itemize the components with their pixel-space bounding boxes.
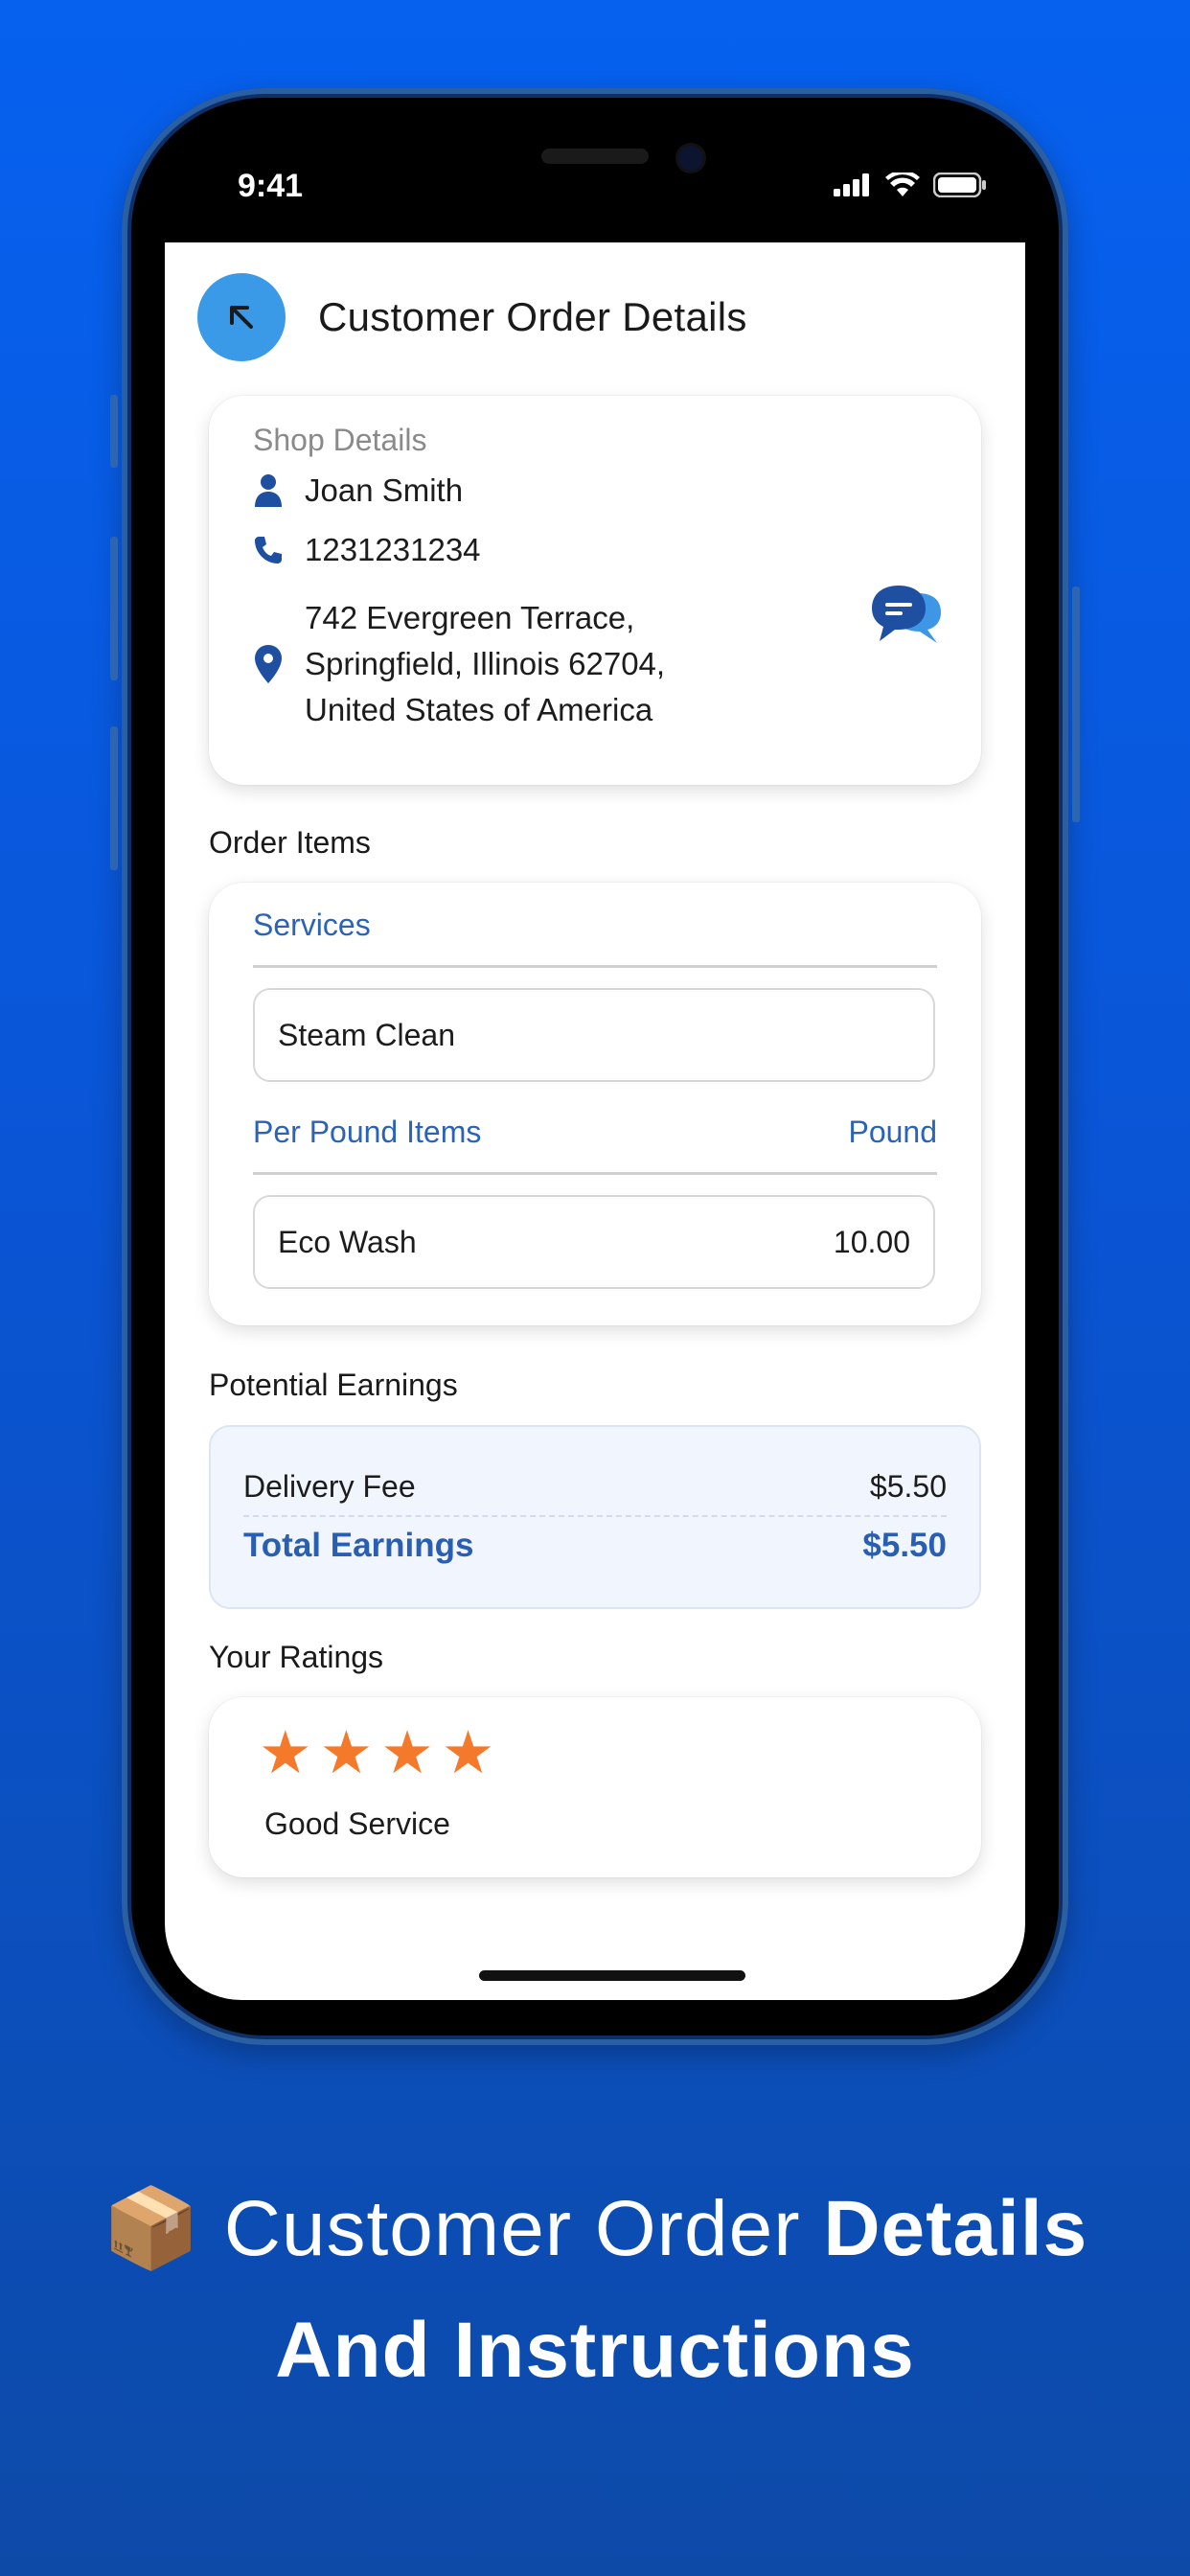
your-ratings-label: Your Ratings [209,1640,384,1674]
star-icon: ★ [441,1720,495,1786]
page-title: Customer Order Details [318,294,747,339]
total-earnings-row: Total Earnings $5.50 [243,1527,947,1565]
per-pound-divider [253,1172,937,1175]
per-pound-header: Per Pound Items [253,1115,482,1149]
wifi-icon [885,172,920,196]
order-items-label: Order Items [209,825,371,860]
address-line-2: Springfield, Illinois 62704, [305,646,666,681]
total-earnings-label: Total Earnings [243,1527,474,1564]
earnings-card: Delivery Fee $5.50 Total Earnings $5.50 [209,1425,981,1609]
promo-line-2: And Instructions [0,2306,1190,2396]
phone-volume-up [110,537,118,680]
star-rating: ★ ★ ★ ★ [259,1724,494,1783]
battery-icon [933,172,986,197]
customer-name-row: Joan Smith [251,472,463,509]
service-item: Steam Clean [253,988,935,1082]
pound-item-qty: 10.00 [833,1224,910,1259]
home-indicator [479,1970,745,1981]
star-icon: ★ [380,1720,434,1786]
back-button[interactable] [197,273,286,361]
address-line-1: 742 Evergreen Terrace, [305,600,635,635]
total-earnings-value: $5.50 [862,1527,947,1564]
chat-button[interactable] [870,584,943,656]
services-header: Services [253,908,371,942]
promo-line-1-light: Customer Order [223,2185,801,2272]
address-row: 742 Evergreen Terrace, Springfield, Illi… [251,595,665,733]
pound-item: Eco Wash 10.00 [253,1195,935,1289]
front-camera [678,146,703,171]
order-items-card: Services Steam Clean Per Pound Items Pou… [209,883,981,1325]
services-divider [253,965,937,968]
customer-phone: 1231231234 [305,532,481,567]
app-screen: Customer Order Details Shop Details Joan… [165,242,1025,2000]
earnings-dashed-divider [243,1515,947,1517]
per-pound-unit: Pound [848,1115,937,1149]
star-icon: ★ [259,1720,312,1786]
promo-line-1-bold: Details [823,2185,1088,2272]
phone-power-button [1072,586,1080,822]
page-header: Customer Order Details [197,273,747,361]
ratings-card: ★ ★ ★ ★ Good Service [209,1697,981,1877]
location-pin-icon [251,644,286,684]
pound-item-name: Eco Wash [278,1224,417,1259]
delivery-fee-value: $5.50 [869,1469,947,1504]
customer-name: Joan Smith [305,472,464,508]
person-icon [251,473,286,508]
phone-icon [251,535,286,565]
status-icons [834,172,987,197]
delivery-fee-row: Delivery Fee $5.50 [243,1469,947,1505]
promo-line-1: 📦 Customer Order Details [0,2183,1190,2275]
chat-icon [872,586,941,643]
promo-line-2-bold: And Instructions [275,2307,915,2394]
service-item-name: Steam Clean [278,1017,455,1052]
cellular-signal-icon [834,173,869,196]
status-time: 9:41 [238,168,304,204]
shop-details-card: Shop Details Joan Smith 1231231234 742 E… [209,396,981,785]
phone-row[interactable]: 1231231234 [251,532,481,568]
arrow-up-left-icon [230,306,253,329]
rating-comment: Good Service [264,1806,450,1841]
star-icon: ★ [319,1720,374,1786]
delivery-fee-label: Delivery Fee [243,1469,416,1504]
shop-details-caption: Shop Details [253,423,427,457]
phone-volume-down [110,726,118,870]
speaker-notch [541,149,649,164]
potential-earnings-label: Potential Earnings [209,1368,458,1402]
customer-address: 742 Evergreen Terrace, Springfield, Illi… [305,595,665,733]
phone-side-button [110,395,118,468]
package-emoji-icon: 📦 [102,2185,201,2272]
address-line-3: United States of America [305,692,653,727]
